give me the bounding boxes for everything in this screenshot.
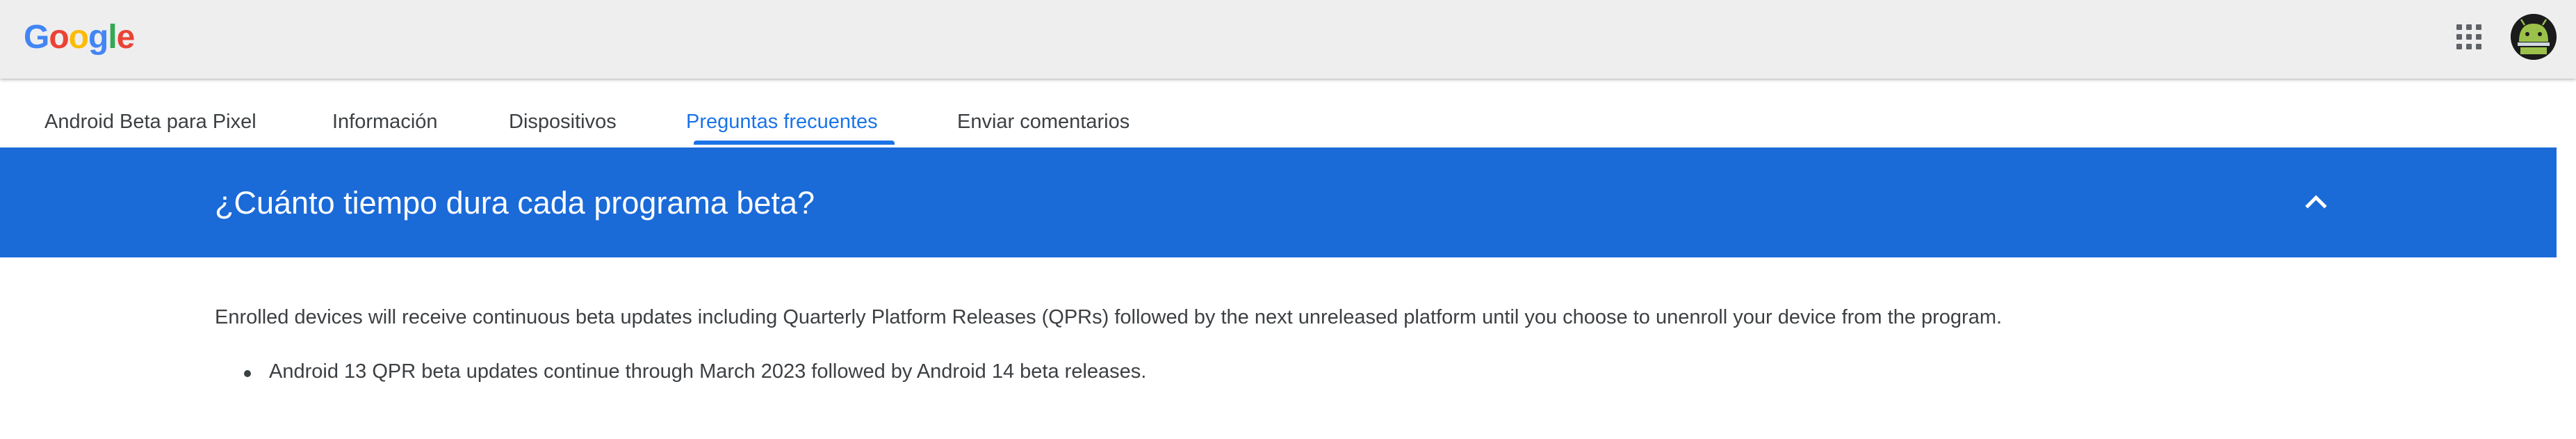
tab-preguntas-frecuentes[interactable]: Preguntas frecuentes bbox=[686, 79, 878, 147]
tab-bar: Android Beta para Pixel Información Disp… bbox=[0, 79, 2576, 147]
top-app-bar: Google bbox=[0, 0, 2576, 79]
logo-letter-g: G bbox=[24, 19, 49, 56]
faq-question: ¿Cuánto tiempo dura cada programa beta? bbox=[215, 185, 815, 221]
logo-letter-l: l bbox=[108, 19, 117, 56]
bullet-icon bbox=[244, 370, 251, 377]
avatar[interactable] bbox=[2511, 14, 2557, 60]
faq-answer: Enrolled devices will receive continuous… bbox=[215, 306, 2003, 328]
logo-letter-o1: o bbox=[49, 19, 69, 56]
active-tab-indicator bbox=[694, 141, 895, 145]
tab-android-beta[interactable]: Android Beta para Pixel bbox=[44, 79, 256, 147]
google-logo[interactable]: Google bbox=[24, 18, 136, 57]
logo-letter-e: e bbox=[116, 19, 136, 56]
chevron-up-icon[interactable] bbox=[2302, 187, 2330, 215]
list-item-text: Android 13 QPR beta updates continue thr… bbox=[269, 360, 1147, 383]
logo-letter-o2: o bbox=[68, 19, 89, 56]
tab-dispositivos[interactable]: Dispositivos bbox=[509, 79, 617, 147]
android-avatar-icon bbox=[2511, 14, 2557, 60]
tab-informacion[interactable]: Información bbox=[332, 79, 438, 147]
faq-answer-list: Android 13 QPR beta updates continue thr… bbox=[241, 360, 1146, 383]
tab-enviar-comentarios[interactable]: Enviar comentarios bbox=[957, 79, 1130, 147]
logo-letter-g2: g bbox=[88, 19, 108, 56]
list-item: Android 13 QPR beta updates continue thr… bbox=[241, 360, 1146, 383]
faq-item-header[interactable]: ¿Cuánto tiempo dura cada programa beta? bbox=[0, 147, 2557, 257]
apps-grid-icon[interactable] bbox=[2456, 24, 2481, 49]
